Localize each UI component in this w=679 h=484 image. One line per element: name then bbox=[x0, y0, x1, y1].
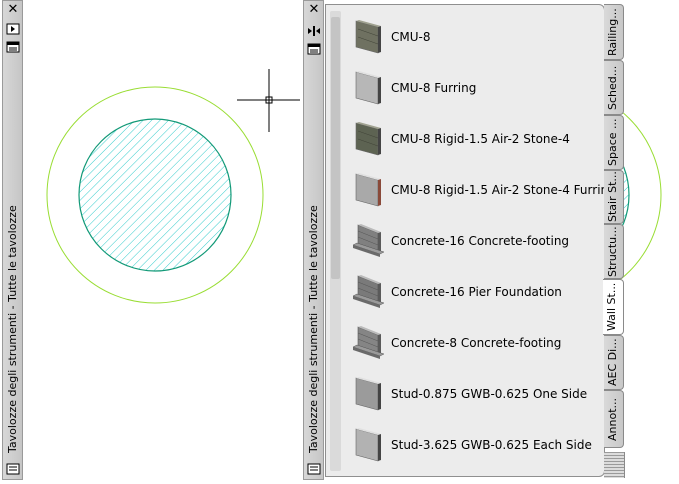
tool-item-label: CMU-8 Furring bbox=[391, 81, 477, 95]
tool-item-label: CMU-8 Rigid-1.5 Air-2 Stone-4 bbox=[391, 132, 570, 146]
vertical-scrollbar[interactable] bbox=[330, 11, 341, 471]
tool-item-label: Concrete-16 Pier Foundation bbox=[391, 285, 562, 299]
scrollbar-thumb[interactable] bbox=[331, 17, 340, 279]
tool-item-label: CMU-8 bbox=[391, 30, 431, 44]
close-icon[interactable]: ✕ bbox=[6, 3, 20, 17]
tool-palette: ✕ Tavolozze degli strumenti - Tutte le t… bbox=[303, 0, 625, 480]
tool-item[interactable]: Stud-3.625 GWB-0.625 Each Side bbox=[350, 425, 600, 465]
tool-item[interactable]: Concrete-16 Concrete-footing bbox=[350, 221, 600, 261]
palette-tab-label: Annot... bbox=[606, 397, 619, 441]
tool-item-label: Concrete-8 Concrete-footing bbox=[391, 336, 562, 350]
tool-item[interactable]: Concrete-16 Pier Foundation bbox=[350, 272, 600, 312]
palette-tab[interactable]: Sched... bbox=[604, 60, 624, 115]
tool-item[interactable]: Stud-0.875 GWB-0.625 One Side bbox=[350, 374, 600, 414]
properties-icon[interactable] bbox=[307, 43, 321, 55]
palette-tab[interactable]: Railing... bbox=[604, 4, 624, 60]
palette-menu-icon[interactable] bbox=[307, 463, 321, 475]
palette-tab[interactable]: Annot... bbox=[604, 390, 624, 448]
tool-item-label: CMU-8 Rigid-1.5 Air-2 Stone-4 Furring bbox=[391, 183, 616, 197]
inner-circle-hatch[interactable] bbox=[78, 118, 232, 272]
right-palette-titlebar[interactable]: ✕ Tavolozze degli strumenti - Tutte le t… bbox=[303, 0, 324, 480]
tool-item-label: Stud-0.875 GWB-0.625 One Side bbox=[391, 387, 588, 401]
palette-tab[interactable]: Wall St... bbox=[603, 279, 624, 335]
crosshair-cursor bbox=[237, 69, 300, 132]
tool-item[interactable]: CMU-8 bbox=[350, 17, 600, 57]
properties-icon[interactable] bbox=[6, 41, 20, 53]
tabs-overflow-grip[interactable] bbox=[604, 452, 625, 478]
palette-tab[interactable]: AEC Di... bbox=[604, 335, 624, 390]
auto-hide-icon[interactable] bbox=[307, 25, 321, 37]
palette-tab-label: Stair St... bbox=[606, 171, 619, 223]
tool-item-label: Concrete-16 Concrete-footing bbox=[391, 234, 570, 248]
left-palette-titlebar[interactable]: ✕ Tavolozze degli strumenti - Tutte le t… bbox=[2, 0, 23, 480]
tool-item-label: Stud-3.625 GWB-0.625 Each Side bbox=[391, 438, 592, 452]
close-icon[interactable]: ✕ bbox=[307, 3, 321, 17]
palette-tab-label: Wall St... bbox=[605, 282, 618, 332]
palette-title: Tavolozze degli strumenti - Tutte le tav… bbox=[307, 205, 320, 453]
palette-tab[interactable]: Space ... bbox=[604, 115, 624, 170]
tool-item[interactable]: CMU-8 Rigid-1.5 Air-2 Stone-4 bbox=[350, 119, 600, 159]
palette-tab-label: Railing... bbox=[606, 8, 619, 56]
palette-title: Tavolozze degli strumenti - Tutte le tav… bbox=[6, 205, 19, 453]
palette-tab-label: AEC Di... bbox=[606, 338, 619, 387]
tool-list-panel: CMU-8 CMU-8 Furring CMU-8 Rigid-1.5 Air-… bbox=[325, 4, 616, 477]
palette-tab[interactable]: Structu... bbox=[604, 224, 624, 279]
palette-tab-label: Sched... bbox=[606, 65, 619, 110]
palette-tab[interactable]: Stair St... bbox=[604, 170, 624, 224]
auto-hide-icon[interactable] bbox=[6, 23, 20, 35]
palette-tab-label: Structu... bbox=[606, 226, 619, 277]
palette-tab-label: Space ... bbox=[606, 118, 619, 167]
tool-item[interactable]: CMU-8 Furring bbox=[350, 68, 600, 108]
palette-menu-icon[interactable] bbox=[6, 463, 20, 475]
tool-item[interactable]: CMU-8 Rigid-1.5 Air-2 Stone-4 Furring bbox=[350, 170, 616, 210]
tool-item[interactable]: Concrete-8 Concrete-footing bbox=[350, 323, 600, 363]
